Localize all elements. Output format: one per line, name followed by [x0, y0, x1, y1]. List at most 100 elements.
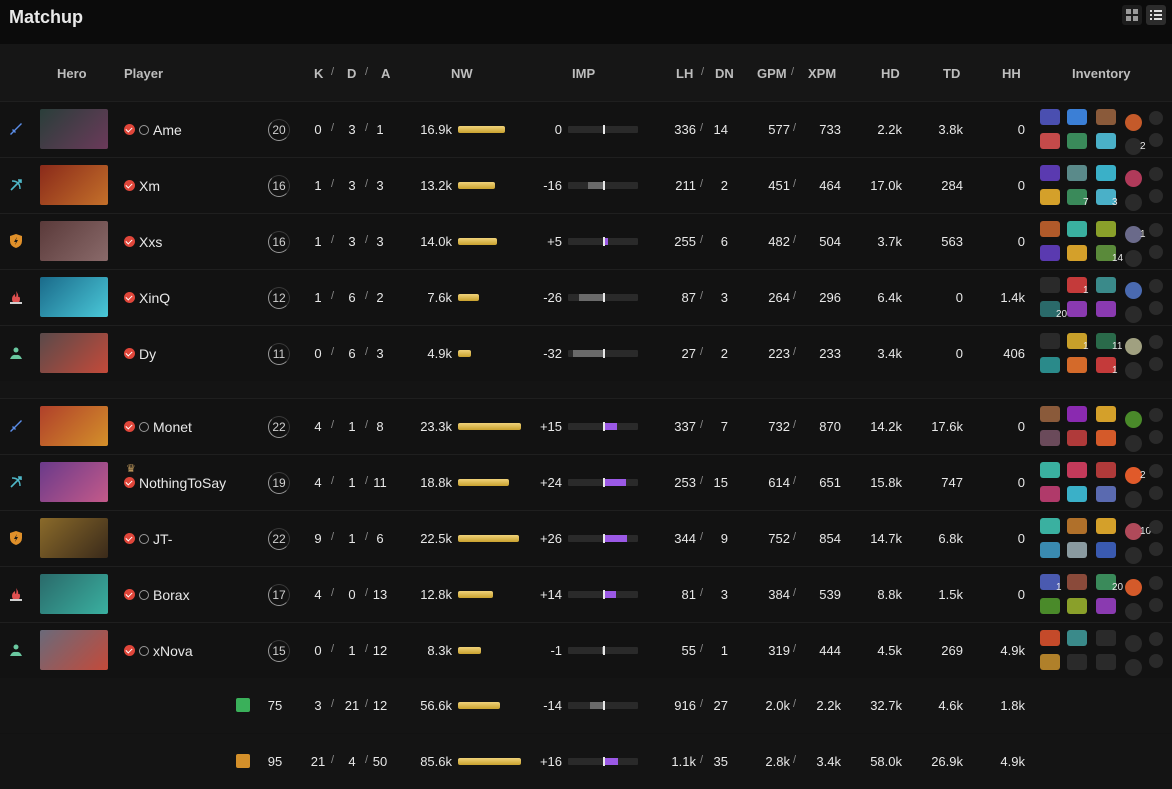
- neutral-item[interactable]: [1149, 632, 1163, 646]
- grid-view-button[interactable]: [1122, 5, 1142, 25]
- inventory-item[interactable]: [1067, 406, 1087, 422]
- inventory-item[interactable]: [1067, 574, 1087, 590]
- inventory-item[interactable]: [1096, 598, 1116, 614]
- col-last-hits[interactable]: LH: [676, 66, 693, 81]
- inventory-item[interactable]: [1040, 277, 1060, 293]
- inventory-item[interactable]: [1096, 109, 1116, 125]
- col-player[interactable]: Player: [124, 66, 163, 81]
- inventory-item[interactable]: [1040, 357, 1060, 373]
- table-row[interactable]: xNova 15 0/1/12 8.3k -1 55/1 319/444 4.5k 269 4.9…: [0, 622, 1172, 678]
- col-networth[interactable]: NW: [451, 66, 473, 81]
- player-name-cell[interactable]: XinQ: [124, 270, 264, 325]
- inventory-item[interactable]: [1096, 301, 1116, 317]
- table-row[interactable]: JT- 22 9/1/6 22.5k +26 344/9 752/854 14.7k 6.8k 0…: [0, 510, 1172, 566]
- inventory-item[interactable]: [1040, 542, 1060, 558]
- player-name[interactable]: Monet: [153, 419, 192, 435]
- inventory-item[interactable]: [1040, 598, 1060, 614]
- inventory-item[interactable]: [1096, 486, 1116, 502]
- inventory-item[interactable]: [1096, 406, 1116, 422]
- inventory-item[interactable]: [1040, 518, 1060, 534]
- table-row[interactable]: Ame 20 0/3/1 16.9k 0 336/14 577/733 2.2k 3.8k 0 2: [0, 101, 1172, 157]
- inventory-item[interactable]: [1067, 542, 1087, 558]
- table-row[interactable]: Xm 16 1/3/3 13.2k -16 211/2 451/464 17.0k 284 0 7 3: [0, 157, 1172, 213]
- hero-portrait[interactable]: [40, 221, 108, 261]
- inventory-item[interactable]: [1040, 430, 1060, 446]
- inventory-item[interactable]: [1040, 165, 1060, 181]
- inventory-item[interactable]: [1125, 306, 1142, 323]
- hero-portrait[interactable]: [40, 574, 108, 614]
- inventory-item[interactable]: [1067, 654, 1087, 670]
- player-name-cell[interactable]: Ame: [124, 102, 264, 157]
- inventory-item[interactable]: [1040, 245, 1060, 261]
- inventory-item[interactable]: [1096, 654, 1116, 670]
- inventory-item[interactable]: [1096, 518, 1116, 534]
- backpack-item[interactable]: [1149, 189, 1163, 203]
- player-name[interactable]: Dy: [139, 346, 156, 362]
- inventory-item[interactable]: [1067, 630, 1087, 646]
- hero-portrait[interactable]: [40, 518, 108, 558]
- player-name[interactable]: Borax: [153, 587, 190, 603]
- list-view-button[interactable]: [1146, 5, 1166, 25]
- hero-portrait[interactable]: [40, 277, 108, 317]
- inventory-item[interactable]: [1067, 518, 1087, 534]
- player-name-cell[interactable]: JT-: [124, 511, 264, 566]
- inventory-item[interactable]: [1040, 406, 1060, 422]
- inventory-item[interactable]: [1125, 194, 1142, 211]
- inventory-item[interactable]: [1067, 109, 1087, 125]
- inventory-item[interactable]: [1040, 221, 1060, 237]
- table-row[interactable]: XinQ 12 1/6/2 7.6k -26 87/3 264/296 6.4k 0 1.4k 1 2…: [0, 269, 1172, 325]
- inventory-item[interactable]: [1067, 430, 1087, 446]
- neutral-item[interactable]: [1149, 335, 1163, 349]
- inventory-item[interactable]: [1040, 133, 1060, 149]
- player-name[interactable]: xNova: [153, 643, 193, 659]
- col-tower-damage[interactable]: TD: [943, 66, 960, 81]
- col-gpm[interactable]: GPM: [757, 66, 787, 81]
- inventory-item[interactable]: [1040, 486, 1060, 502]
- inventory-item[interactable]: [1096, 630, 1116, 646]
- backpack-item[interactable]: [1149, 430, 1163, 444]
- player-name-cell[interactable]: Dy: [124, 326, 264, 381]
- table-row[interactable]: Borax 17 4/0/13 12.8k +14 81/3 384/539 8.8k 1.5k…: [0, 566, 1172, 622]
- col-assists[interactable]: A: [381, 66, 390, 81]
- backpack-item[interactable]: [1149, 486, 1163, 500]
- col-deaths[interactable]: D: [347, 66, 356, 81]
- hero-portrait[interactable]: [40, 462, 108, 502]
- inventory-item[interactable]: [1125, 250, 1142, 267]
- hero-portrait[interactable]: [40, 165, 108, 205]
- inventory-item[interactable]: [1040, 654, 1060, 670]
- neutral-item[interactable]: [1149, 279, 1163, 293]
- table-row[interactable]: Monet 22 4/1/8 23.3k +15 337/7 732/870 14.2k 17.…: [0, 398, 1172, 454]
- backpack-item[interactable]: [1149, 357, 1163, 371]
- player-name[interactable]: Ame: [153, 122, 182, 138]
- backpack-item[interactable]: [1149, 245, 1163, 259]
- backpack-item[interactable]: [1149, 598, 1163, 612]
- inventory-item[interactable]: [1067, 165, 1087, 181]
- inventory-item[interactable]: [1040, 109, 1060, 125]
- inventory-item[interactable]: [1067, 221, 1087, 237]
- player-name-cell[interactable]: Xm: [124, 158, 264, 213]
- col-impact[interactable]: IMP: [572, 66, 595, 81]
- inventory-item[interactable]: [1040, 333, 1060, 349]
- inventory-item[interactable]: [1040, 462, 1060, 478]
- hero-portrait[interactable]: [40, 109, 108, 149]
- inventory-item[interactable]: [1125, 338, 1142, 355]
- backpack-item[interactable]: [1149, 301, 1163, 315]
- inventory-item[interactable]: [1067, 462, 1087, 478]
- neutral-item[interactable]: [1149, 576, 1163, 590]
- player-name-cell[interactable]: ♛ NothingToSay: [124, 455, 264, 510]
- player-name-cell[interactable]: Borax: [124, 567, 264, 622]
- neutral-item[interactable]: [1149, 464, 1163, 478]
- col-hero[interactable]: Hero: [57, 66, 87, 81]
- col-hero-healing[interactable]: HH: [1002, 66, 1021, 81]
- inventory-item[interactable]: [1125, 435, 1142, 452]
- neutral-item[interactable]: [1149, 167, 1163, 181]
- inventory-item[interactable]: [1125, 547, 1142, 564]
- player-name-cell[interactable]: xNova: [124, 623, 264, 678]
- player-name[interactable]: XinQ: [139, 290, 170, 306]
- backpack-item[interactable]: [1149, 654, 1163, 668]
- inventory-item[interactable]: [1040, 189, 1060, 205]
- inventory-item[interactable]: [1125, 603, 1142, 620]
- inventory-item[interactable]: [1067, 486, 1087, 502]
- hero-portrait[interactable]: [40, 406, 108, 446]
- inventory-item[interactable]: [1096, 430, 1116, 446]
